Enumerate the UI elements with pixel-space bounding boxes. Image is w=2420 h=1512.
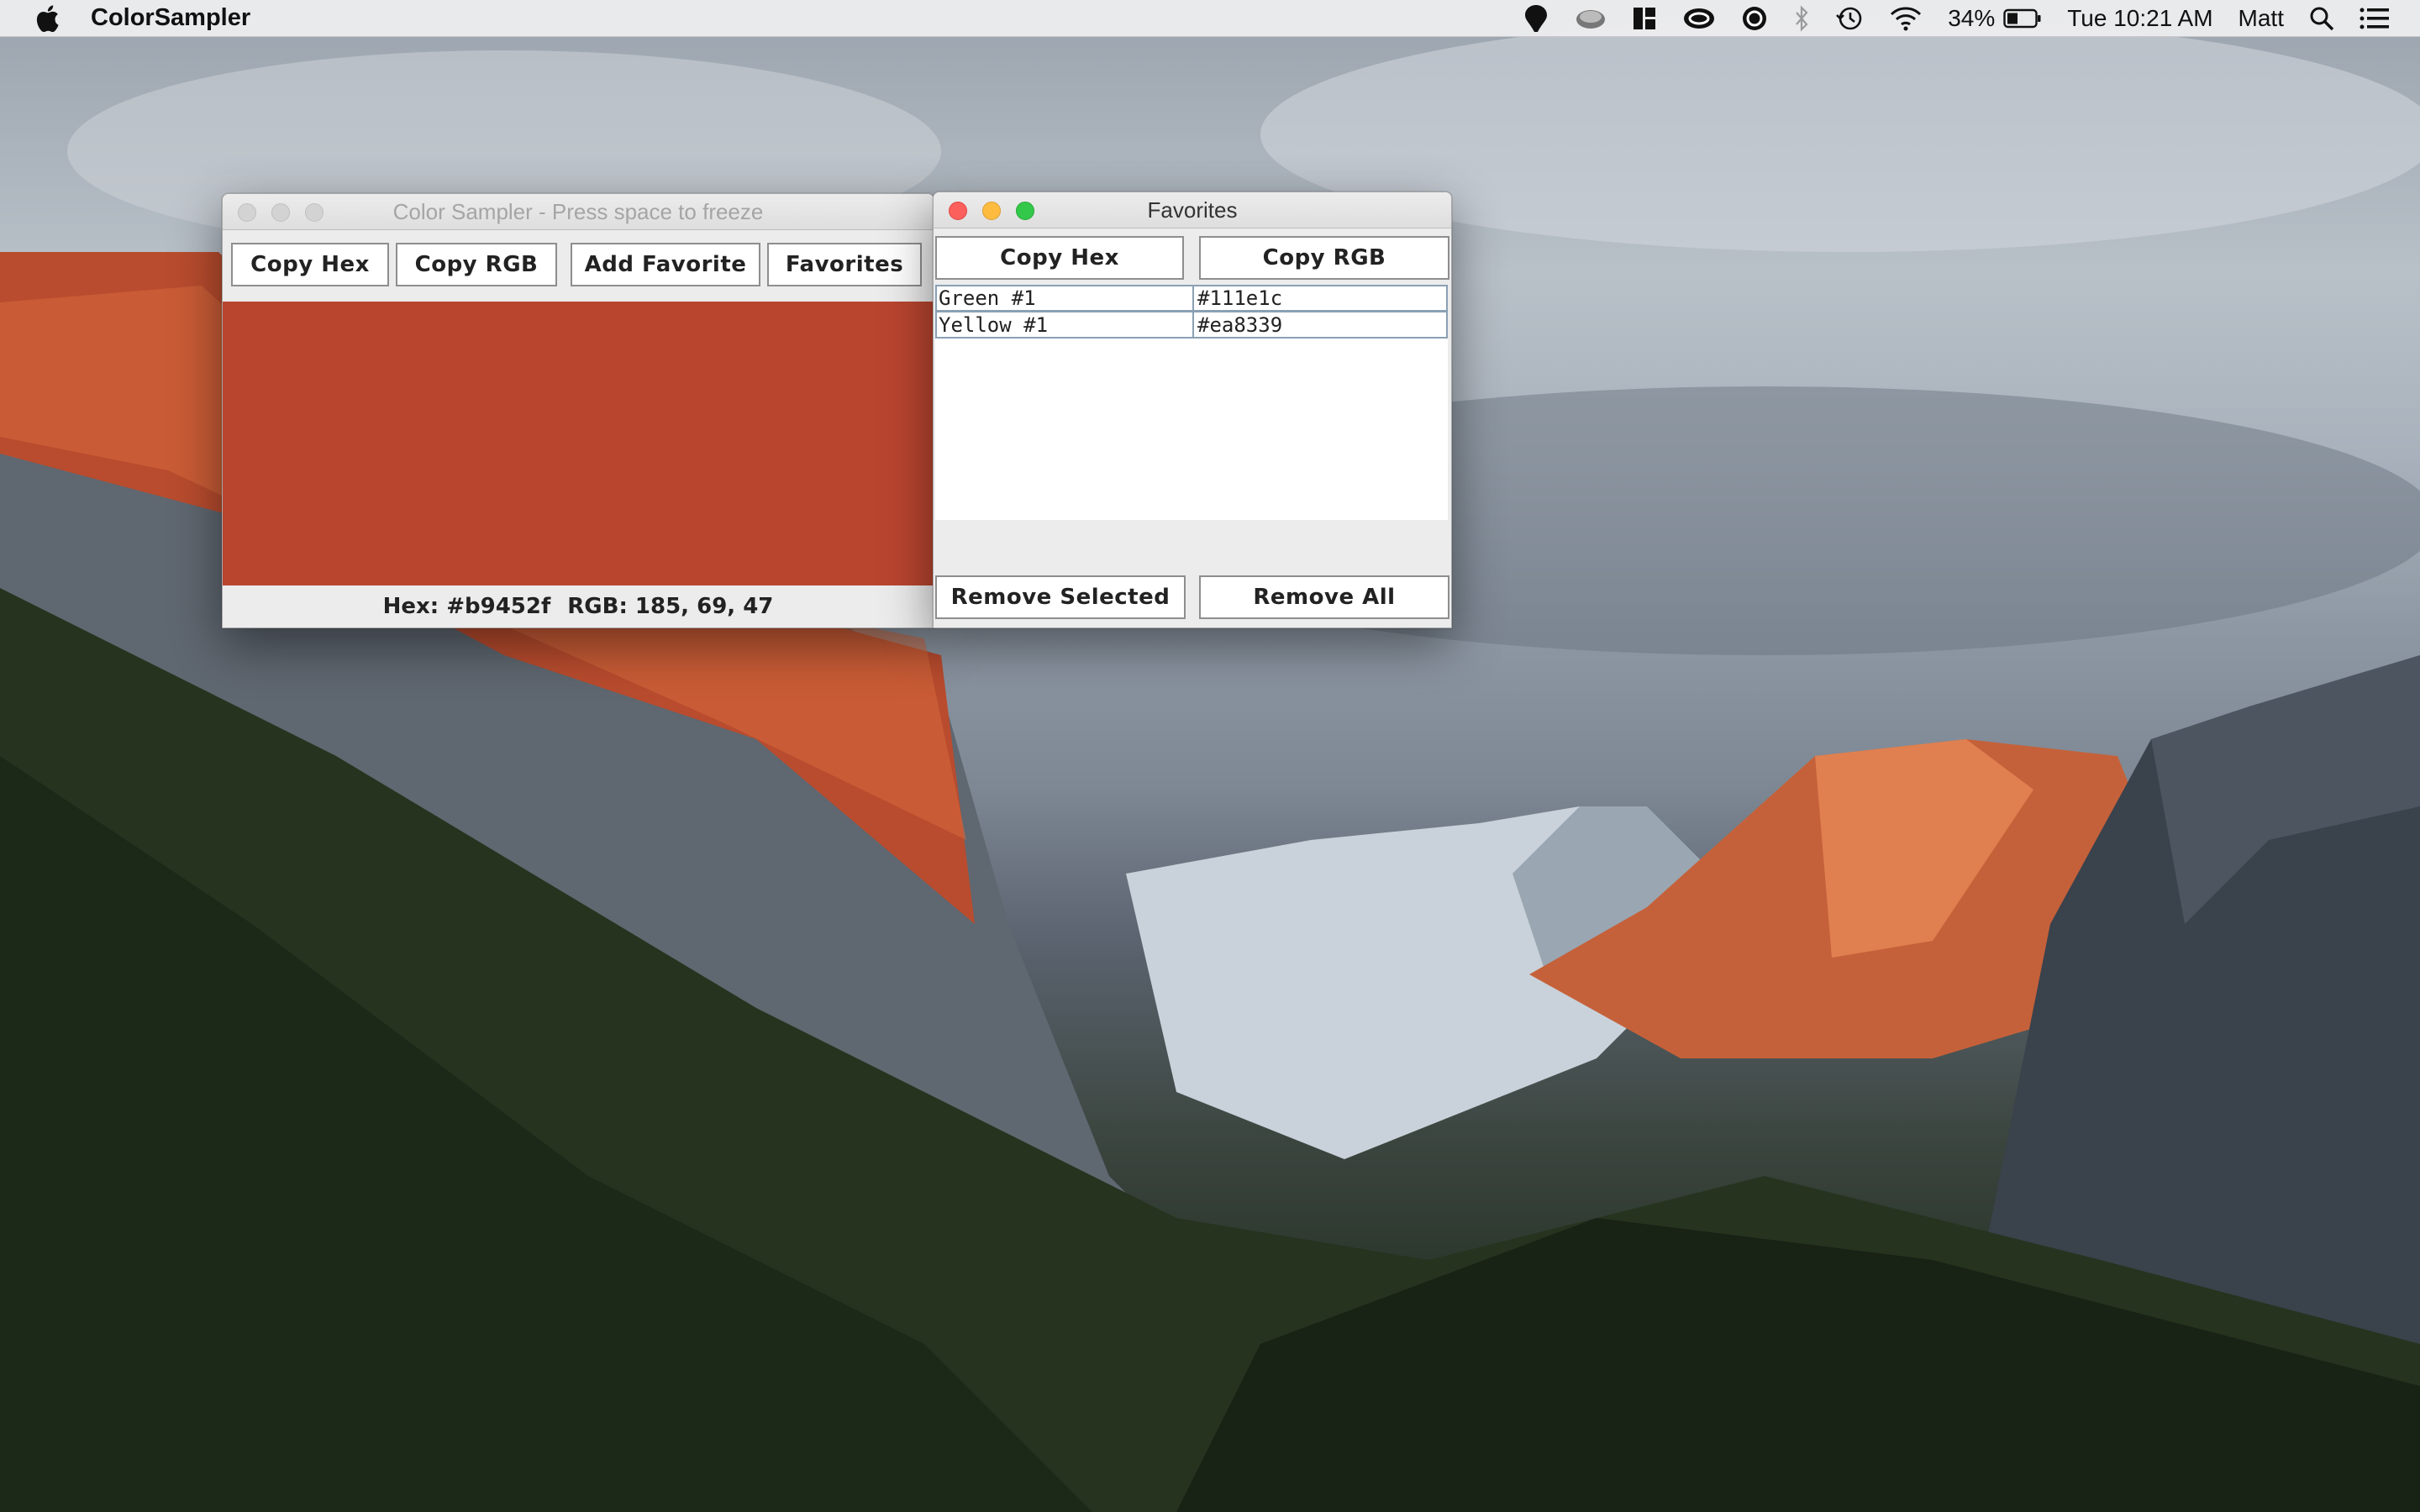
minimize-button[interactable] <box>271 203 290 222</box>
favorites-window-title: Favorites <box>1147 197 1238 223</box>
arq-icon[interactable] <box>1741 0 1768 37</box>
zoom-button[interactable] <box>305 203 324 222</box>
bluetooth-icon[interactable] <box>1793 0 1810 37</box>
color-readout: Hex: #b9452f RGB: 185, 69, 47 <box>223 585 934 627</box>
favorites-copy-rgb-button[interactable]: Copy RGB <box>1199 236 1449 280</box>
marker-icon[interactable] <box>1523 0 1549 37</box>
remove-selected-button[interactable]: Remove Selected <box>935 575 1186 619</box>
favorite-hex: #ea8339 <box>1197 312 1283 337</box>
favorite-name: Yellow #1 <box>937 312 1194 337</box>
favorites-titlebar[interactable]: Favorites <box>934 192 1451 228</box>
battery-percent-text: 34% <box>1948 4 1996 31</box>
close-button[interactable] <box>238 203 256 222</box>
copy-hex-button[interactable]: Copy Hex <box>231 243 389 286</box>
color-sampler-window: Color Sampler - Press space to freeze Co… <box>222 193 934 628</box>
sampler-window-title: Color Sampler - Press space to freeze <box>392 199 764 224</box>
favorites-table[interactable]: Green #1 #111e1c Yellow #1 #ea8339 <box>935 285 1448 520</box>
layout-icon[interactable] <box>1632 0 1657 37</box>
cloud-drive-icon[interactable] <box>1575 0 1607 37</box>
battery-percent[interactable]: 34% <box>1948 0 1995 37</box>
color-swatch <box>223 302 934 585</box>
notification-center-icon[interactable] <box>2360 0 2390 37</box>
minimize-button[interactable] <box>982 202 1001 220</box>
user-menu[interactable]: Matt <box>2238 0 2284 37</box>
zoom-button[interactable] <box>1016 202 1034 220</box>
close-button[interactable] <box>949 202 967 220</box>
creative-cloud-icon[interactable] <box>1682 0 1716 37</box>
add-favorite-button[interactable]: Add Favorite <box>571 243 760 286</box>
apple-menu-icon[interactable] <box>34 3 60 34</box>
sampler-titlebar[interactable]: Color Sampler - Press space to freeze <box>223 194 934 230</box>
copy-rgb-button[interactable]: Copy RGB <box>396 243 557 286</box>
favorites-window: Favorites Copy Hex Copy RGB Green #1 #11… <box>933 192 1452 628</box>
favorites-copy-hex-button[interactable]: Copy Hex <box>935 236 1184 280</box>
favorites-button[interactable]: Favorites <box>767 243 922 286</box>
time-machine-icon[interactable] <box>1835 0 1864 37</box>
window-controls <box>949 202 1050 220</box>
window-controls <box>238 203 339 222</box>
clock[interactable]: Tue 10:21 AM <box>2067 0 2212 37</box>
active-app-name[interactable]: ColorSampler <box>91 4 250 32</box>
rgb-readout: RGB: 185, 69, 47 <box>567 594 774 619</box>
wifi-icon[interactable] <box>1889 0 1923 37</box>
table-row[interactable]: Green #1 #111e1c <box>935 285 1448 312</box>
hex-readout: Hex: #b9452f <box>382 594 551 619</box>
remove-all-button[interactable]: Remove All <box>1199 575 1449 619</box>
table-row[interactable]: Yellow #1 #ea8339 <box>935 312 1448 339</box>
spotlight-search-icon[interactable] <box>2309 0 2334 37</box>
battery-icon[interactable] <box>2003 0 2042 37</box>
clock-text: Tue 10:21 AM <box>2067 4 2213 31</box>
user-name: Matt <box>2238 4 2284 31</box>
favorite-name: Green #1 <box>937 286 1194 310</box>
menu-bar: ColorSampler 34% Tue 10:21 AM Matt <box>0 0 2420 37</box>
favorite-hex: #111e1c <box>1197 286 1283 310</box>
